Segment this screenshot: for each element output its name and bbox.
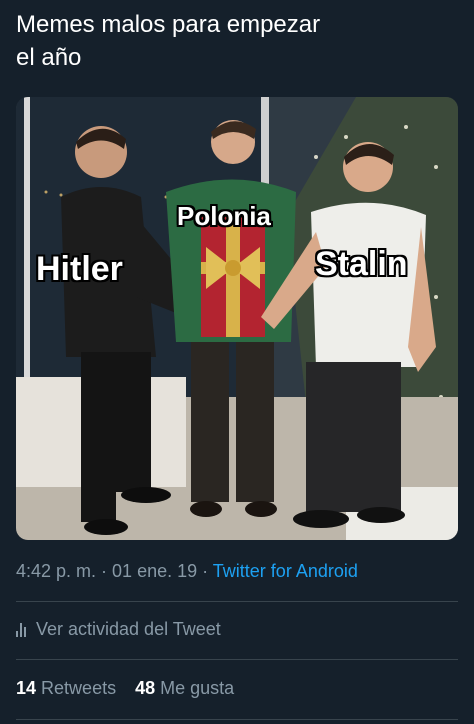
meme-label-polonia: Polonia [177, 201, 271, 231]
meme-label-stalin: Stalin [315, 245, 408, 283]
tweet-text: Memes malos para empezar el año [16, 11, 321, 71]
tweet-client-link[interactable]: Twitter for Android [213, 561, 358, 581]
tweet-meta: 4:42 p. m. · 01 ene. 19 · Twitter for An… [16, 561, 358, 582]
view-tweet-activity-button[interactable]: Ver actividad del Tweet [16, 619, 221, 640]
meme-photo-illustration [16, 97, 458, 540]
bar-chart-icon [16, 622, 26, 637]
divider [16, 601, 458, 602]
divider [16, 659, 458, 660]
activity-label: Ver actividad del Tweet [36, 619, 221, 639]
tweet-date: 01 ene. 19 [112, 561, 198, 581]
retweets-label: Retweets [41, 678, 117, 698]
meme-label-hitler: Hitler [36, 250, 123, 288]
meta-separator: · [96, 561, 113, 581]
likes-count: 48 [135, 678, 156, 698]
likes-stat[interactable]: 48 Me gusta [135, 678, 234, 698]
meta-separator: · [197, 561, 213, 581]
tweet-time: 4:42 p. m. [16, 561, 97, 581]
tweet-photo[interactable]: Polonia Hitler Stalin [16, 97, 458, 540]
retweets-count: 14 [16, 678, 37, 698]
retweets-stat[interactable]: 14 Retweets [16, 678, 116, 698]
tweet-stats: 14 Retweets 48 Me gusta [16, 678, 248, 699]
likes-label: Me gusta [160, 678, 235, 698]
divider [16, 719, 458, 720]
